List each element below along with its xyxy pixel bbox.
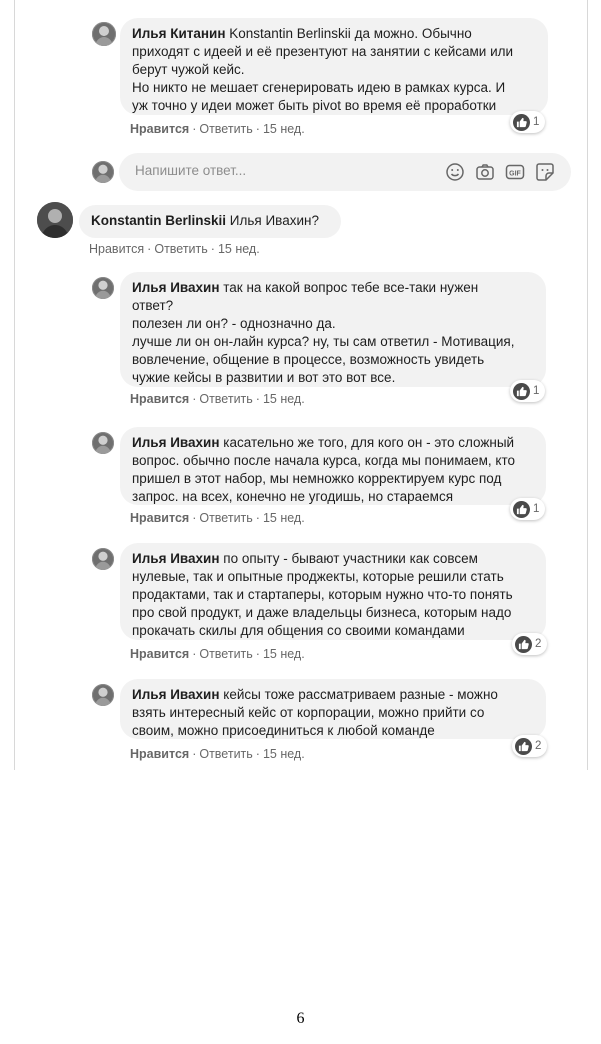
- comment-timestamp[interactable]: 15 нед.: [263, 647, 305, 661]
- like-link[interactable]: Нравится: [130, 392, 189, 406]
- gif-icon[interactable]: GIF: [505, 162, 525, 182]
- comment-text: Но никто не мешает сгенерировать идею в …: [132, 80, 506, 95]
- comment-text: пришел в этот набор, мы немножко коррект…: [132, 471, 502, 486]
- avatar[interactable]: [92, 684, 114, 706]
- comment-text: лучше ли он он-лайн курса? ну, ты сам от…: [132, 334, 515, 349]
- comment-mention[interactable]: Konstantin Berlinskii: [229, 26, 351, 41]
- comment-text: ответ?: [132, 298, 174, 313]
- comment-text: запрос. на всех, конечно не угодишь, но …: [132, 489, 454, 504]
- comment-author[interactable]: Илья Ивахин: [132, 435, 220, 450]
- comment-timestamp[interactable]: 15 нед.: [263, 122, 305, 136]
- comment-bubble: Илья Ивахин касательно же того, для кого…: [120, 427, 546, 505]
- avatar: [92, 161, 114, 183]
- reaction-count[interactable]: 2: [512, 633, 548, 655]
- sticker-icon[interactable]: [535, 162, 555, 182]
- comment-text: так на какой вопрос тебе все-таки нужен: [223, 280, 479, 295]
- page-number: 6: [296, 1010, 305, 1027]
- reply-link[interactable]: Ответить: [199, 122, 252, 136]
- comment-text: берут чужой кейс.: [132, 62, 245, 77]
- comment-bubble: Илья Китанин Konstantin Berlinskii да мо…: [120, 18, 548, 115]
- comment-timestamp[interactable]: 15 нед.: [263, 511, 305, 525]
- comment-timestamp[interactable]: 15 нед.: [263, 747, 305, 761]
- comment-text: чужие кейсы в развитии и вот это вот все…: [132, 370, 396, 385]
- comment-text: про свой продукт, и даже владельцы бизне…: [132, 605, 512, 620]
- reply-link[interactable]: Ответить: [199, 647, 252, 661]
- camera-icon[interactable]: [475, 162, 495, 182]
- like-thumb-icon: [513, 382, 530, 400]
- comment-mention[interactable]: Илья Ивахин?: [230, 213, 319, 228]
- avatar[interactable]: [92, 277, 114, 299]
- comment-actions: Нравится · Ответить · 15 нед.: [130, 392, 305, 406]
- avatar[interactable]: [92, 548, 114, 570]
- comment-author[interactable]: Илья Китанин: [132, 26, 225, 41]
- reaction-count[interactable]: 1: [510, 498, 546, 520]
- comment-author[interactable]: Илья Ивахин: [132, 687, 220, 702]
- like-thumb-icon: [515, 737, 532, 755]
- comment-text: приходят с идеей и её презентуют на заня…: [132, 44, 514, 59]
- reaction-count[interactable]: 2: [512, 735, 548, 757]
- like-link[interactable]: Нравится: [130, 647, 189, 661]
- comment-text: по опыту - бывают участники как совсем: [223, 551, 478, 566]
- like-thumb-icon: [513, 500, 530, 518]
- avatar[interactable]: [92, 432, 114, 454]
- comment-actions: Нравится · Ответить · 15 нед.: [130, 511, 305, 525]
- comment-text: прокачать скилы для общения со своими ко…: [132, 623, 465, 638]
- emoji-icon[interactable]: [445, 162, 465, 182]
- like-thumb-icon: [515, 635, 532, 653]
- reply-link[interactable]: Ответить: [199, 392, 252, 406]
- comment-text: нулевые, так и опытные проджекты, которы…: [132, 569, 504, 584]
- comment-bubble: Илья Ивахин так на какой вопрос тебе все…: [120, 272, 546, 387]
- reply-link[interactable]: Ответить: [199, 747, 252, 761]
- avatar[interactable]: [37, 202, 73, 238]
- like-link[interactable]: Нравится: [130, 511, 189, 525]
- reply-box[interactable]: GIF: [119, 153, 571, 191]
- facebook-comments-screenshot: Илья Китанин Konstantin Berlinskii да мо…: [14, 0, 588, 770]
- comment-author[interactable]: Илья Ивахин: [132, 280, 220, 295]
- comment-actions: Нравится · Ответить · 15 нед.: [89, 242, 260, 256]
- reply-link[interactable]: Ответить: [154, 242, 207, 256]
- comment-text: да можно. Обычно: [354, 26, 472, 41]
- comment-text: взять интересный кейс от корпорации, мож…: [132, 705, 485, 720]
- comment-bubble: Илья Ивахин кейсы тоже рассматриваем раз…: [120, 679, 546, 739]
- comment-author[interactable]: Konstantin Berlinskii: [91, 213, 226, 228]
- like-link[interactable]: Нравится: [130, 122, 189, 136]
- comment-text: вопрос. обычно после начала курса, когда…: [132, 453, 516, 468]
- like-link[interactable]: Нравится: [130, 747, 189, 761]
- comment-text: касательно же того, для кого он - это сл…: [223, 435, 515, 450]
- avatar[interactable]: [92, 22, 116, 46]
- svg-text:GIF: GIF: [509, 170, 521, 177]
- comment-timestamp[interactable]: 15 нед.: [218, 242, 260, 256]
- like-thumb-icon: [513, 113, 530, 131]
- comment-text: полезен ли он? - однозначно да.: [132, 316, 336, 331]
- comment-actions: Нравится · Ответить · 15 нед.: [130, 647, 305, 661]
- reply-input[interactable]: [133, 162, 437, 179]
- comment-text: кейсы тоже рассматриваем разные - можно: [223, 687, 498, 702]
- comment-text: вовлечение, общение в процессе, возможно…: [132, 352, 485, 367]
- comment-bubble: Konstantin Berlinskii Илья Ивахин?: [79, 205, 341, 238]
- reaction-count[interactable]: 1: [510, 380, 546, 402]
- comment-bubble: Илья Ивахин по опыту - бывают участники …: [120, 543, 546, 640]
- comment-text: своим, можно присоединиться к любой кома…: [132, 723, 435, 738]
- like-link[interactable]: Нравится: [89, 242, 144, 256]
- reaction-count[interactable]: 1: [510, 111, 546, 133]
- comment-actions: Нравится · Ответить · 15 нед.: [130, 122, 305, 136]
- comment-text: продактами, так и стартаперы, которым ну…: [132, 587, 513, 602]
- comment-text: уж точно у идеи может быть pivot во врем…: [132, 98, 497, 113]
- comment-author[interactable]: Илья Ивахин: [132, 551, 220, 566]
- comment-timestamp[interactable]: 15 нед.: [263, 392, 305, 406]
- reply-link[interactable]: Ответить: [199, 511, 252, 525]
- comment-actions: Нравится · Ответить · 15 нед.: [130, 747, 305, 761]
